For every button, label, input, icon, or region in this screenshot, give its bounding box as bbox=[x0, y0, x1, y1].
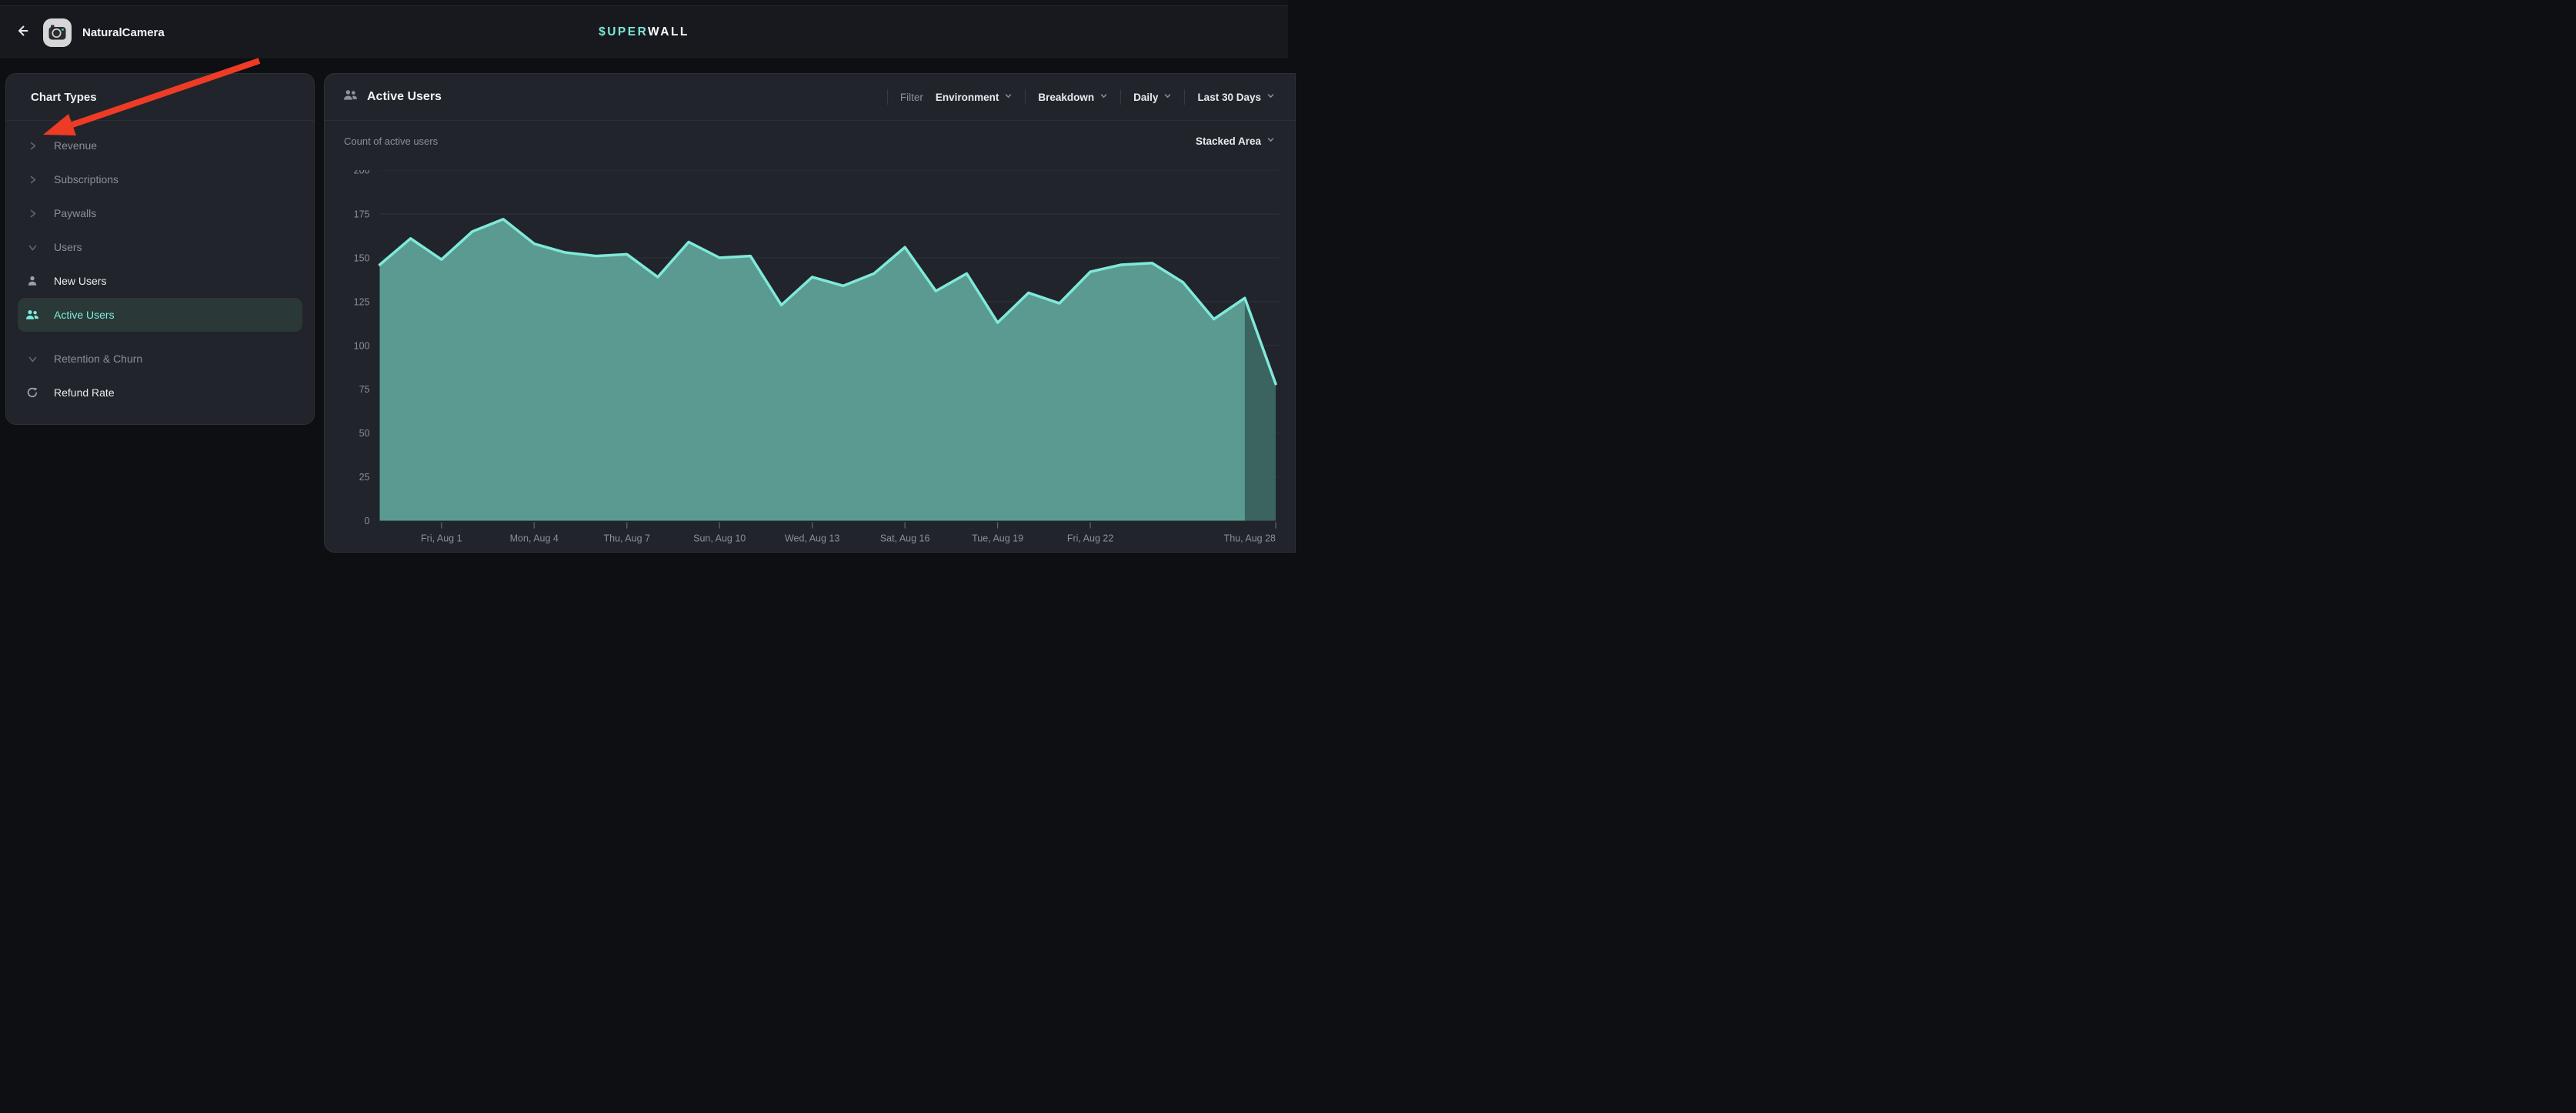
sidebar-item-active-users[interactable]: Active Users bbox=[18, 298, 302, 332]
environment-dropdown[interactable]: Environment bbox=[936, 90, 1013, 104]
chevron-down-icon bbox=[1004, 90, 1013, 104]
sidebar-item-label: Refund Rate bbox=[54, 386, 115, 399]
svg-text:50: 50 bbox=[359, 428, 370, 439]
app-icon-camera bbox=[43, 18, 72, 47]
svg-text:125: 125 bbox=[354, 296, 370, 307]
svg-text:Sun, Aug 10: Sun, Aug 10 bbox=[693, 533, 746, 544]
app-name: NaturalCamera bbox=[82, 26, 165, 39]
back-arrow-icon bbox=[15, 23, 30, 42]
chevron-down-icon bbox=[25, 354, 40, 364]
sidebar-item-label: Active Users bbox=[54, 309, 115, 321]
divider bbox=[1120, 89, 1121, 105]
logo-suffix: WALL bbox=[648, 25, 689, 38]
chart-types-sidebar: Chart Types Revenue Subscriptions Paywal… bbox=[5, 73, 315, 425]
panel-header: Active Users Filter Environment Breakdow… bbox=[325, 74, 1295, 121]
svg-text:175: 175 bbox=[354, 209, 370, 219]
dropdown-value: Last 30 Days bbox=[1197, 92, 1261, 103]
sidebar-item-label: Revenue bbox=[54, 139, 97, 152]
svg-text:Thu, Aug 28: Thu, Aug 28 bbox=[1224, 533, 1276, 544]
breakdown-dropdown[interactable]: Breakdown bbox=[1038, 90, 1108, 104]
chart-subtitle: Count of active users bbox=[344, 135, 438, 147]
chart-style-dropdown[interactable]: Stacked Area bbox=[1196, 134, 1275, 148]
sidebar-item-revenue[interactable]: Revenue bbox=[6, 129, 314, 162]
divider bbox=[1184, 89, 1185, 105]
svg-text:Mon, Aug 4: Mon, Aug 4 bbox=[510, 533, 559, 544]
dropdown-value: Stacked Area bbox=[1196, 135, 1261, 147]
svg-text:Fri, Aug 22: Fri, Aug 22 bbox=[1067, 533, 1113, 544]
chevron-down-icon bbox=[1266, 134, 1275, 148]
svg-text:Sat, Aug 16: Sat, Aug 16 bbox=[880, 533, 930, 544]
sidebar-item-label: Users bbox=[54, 241, 82, 253]
sidebar-item-subscriptions[interactable]: Subscriptions bbox=[6, 162, 314, 196]
person-icon bbox=[25, 275, 40, 287]
active-users-panel: Active Users Filter Environment Breakdow… bbox=[324, 73, 1296, 553]
svg-text:25: 25 bbox=[359, 472, 370, 483]
chart-subheader: Count of active users Stacked Area bbox=[325, 121, 1295, 161]
dropdown-value: Daily bbox=[1133, 92, 1158, 103]
sidebar-item-retention-churn[interactable]: Retention & Churn bbox=[6, 342, 314, 376]
superwall-logo: $UPERWALL bbox=[599, 25, 689, 39]
sidebar-item-paywalls[interactable]: Paywalls bbox=[6, 196, 314, 230]
chevron-right-icon bbox=[25, 141, 40, 151]
top-bar: NaturalCamera $UPERWALL bbox=[0, 6, 1288, 59]
sidebar-item-refund-rate[interactable]: Refund Rate bbox=[6, 376, 314, 409]
panel-title: Active Users bbox=[367, 90, 442, 104]
chevron-down-icon bbox=[1266, 90, 1275, 104]
svg-text:Thu, Aug 7: Thu, Aug 7 bbox=[604, 533, 651, 544]
refresh-icon bbox=[25, 386, 40, 399]
sidebar-item-label: Paywalls bbox=[54, 207, 96, 219]
sidebar-item-new-users[interactable]: New Users bbox=[6, 264, 314, 298]
sidebar-title: Chart Types bbox=[31, 91, 97, 104]
dropdown-value: Breakdown bbox=[1038, 92, 1094, 103]
svg-text:Tue, Aug 19: Tue, Aug 19 bbox=[972, 533, 1023, 544]
sidebar-header: Chart Types bbox=[6, 74, 314, 121]
svg-text:150: 150 bbox=[354, 252, 370, 263]
granularity-dropdown[interactable]: Daily bbox=[1133, 90, 1172, 104]
chevron-right-icon bbox=[25, 209, 40, 219]
chevron-down-icon bbox=[1099, 90, 1108, 104]
sidebar-item-label: Subscriptions bbox=[54, 173, 118, 186]
svg-text:75: 75 bbox=[359, 384, 370, 395]
chevron-down-icon bbox=[25, 242, 40, 252]
people-icon bbox=[343, 89, 358, 105]
chevron-right-icon bbox=[25, 175, 40, 185]
svg-text:200: 200 bbox=[354, 170, 370, 176]
svg-text:0: 0 bbox=[365, 516, 370, 526]
chart-svg: 0 25 50 75 100 125 150 175 200 Fri, Aug 1 Mon, Aug… bbox=[325, 170, 1288, 553]
svg-text:Wed, Aug 13: Wed, Aug 13 bbox=[785, 533, 839, 544]
logo-prefix: $UPER bbox=[599, 25, 648, 38]
people-icon bbox=[25, 309, 40, 321]
dropdown-value: Environment bbox=[936, 92, 999, 103]
window-top-strip bbox=[0, 0, 1288, 6]
divider bbox=[1025, 89, 1026, 105]
date-range-dropdown[interactable]: Last 30 Days bbox=[1197, 90, 1275, 104]
filter-label: Filter bbox=[900, 92, 923, 103]
divider bbox=[887, 89, 888, 105]
chevron-down-icon bbox=[1163, 90, 1172, 104]
sidebar-item-label: Retention & Churn bbox=[54, 353, 142, 365]
area-chart[interactable]: 0 25 50 75 100 125 150 175 200 Fri, Aug 1 Mon, Aug… bbox=[325, 170, 1288, 553]
sidebar-item-users[interactable]: Users bbox=[6, 230, 314, 264]
svg-text:100: 100 bbox=[354, 340, 370, 351]
back-button[interactable] bbox=[12, 22, 32, 42]
sidebar-item-label: New Users bbox=[54, 275, 106, 287]
svg-text:Fri, Aug 1: Fri, Aug 1 bbox=[421, 533, 462, 544]
